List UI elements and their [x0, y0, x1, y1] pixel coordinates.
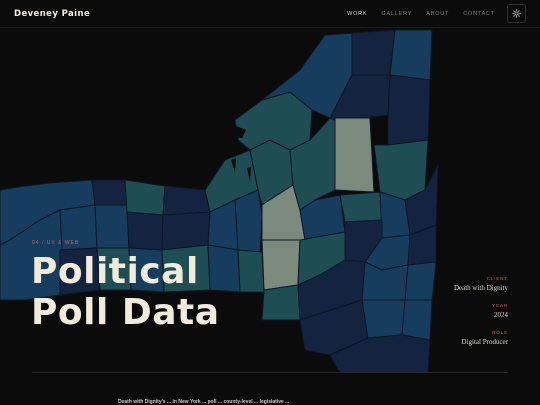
county-region — [261, 284, 301, 321]
meta-label-client: CLIENT — [486, 276, 508, 281]
project-tag: 04 / UX & WEB — [32, 240, 80, 246]
county-region — [373, 139, 429, 201]
county-region — [162, 185, 211, 216]
meta-value-year: 2024 — [494, 311, 508, 319]
nav-item-work[interactable]: WORK — [347, 11, 367, 17]
county-region — [334, 117, 375, 193]
county-region — [161, 211, 211, 251]
county-region — [401, 299, 433, 341]
county-region — [351, 29, 396, 76]
project-meta: CLIENT Death with Dignity YEAR 2024 ROLE… — [454, 276, 508, 357]
county-region — [94, 204, 130, 249]
nav-item-gallery[interactable]: GALLERY — [381, 11, 412, 17]
theme-toggle-button[interactable] — [507, 4, 526, 23]
title-line-2: Poll Data — [31, 292, 220, 333]
county-region — [126, 211, 164, 251]
meta-value-role: Digital Producer — [461, 338, 508, 346]
county-region — [91, 179, 128, 206]
county-region — [361, 299, 406, 339]
sun-icon — [512, 9, 521, 18]
county-region — [124, 179, 166, 216]
meta-label-role: ROLE — [492, 330, 508, 335]
section-divider — [32, 372, 508, 373]
intro-paragraph: Death with Dignity's ... in New York ...… — [118, 399, 290, 405]
meta-label-year: YEAR — [492, 303, 508, 308]
page-title: Political Poll Data — [31, 251, 220, 333]
county-region — [261, 239, 301, 291]
county-region — [389, 29, 433, 81]
county-region — [404, 261, 437, 301]
title-line-1: Political — [31, 251, 199, 292]
meta-value-client: Death with Dignity — [453, 284, 508, 292]
county-region — [234, 189, 263, 256]
county-region — [237, 249, 265, 293]
nav-item-contact[interactable]: CONTACT — [463, 11, 495, 17]
nav-item-about[interactable]: ABOUT — [426, 11, 449, 17]
county-region — [339, 191, 383, 223]
main-nav: WORK GALLERY ABOUT CONTACT — [347, 4, 526, 23]
county-region — [387, 74, 431, 146]
top-navigation-bar: Deveney Paine WORK GALLERY ABOUT CONTACT — [0, 0, 540, 28]
site-logo[interactable]: Deveney Paine — [14, 9, 90, 19]
